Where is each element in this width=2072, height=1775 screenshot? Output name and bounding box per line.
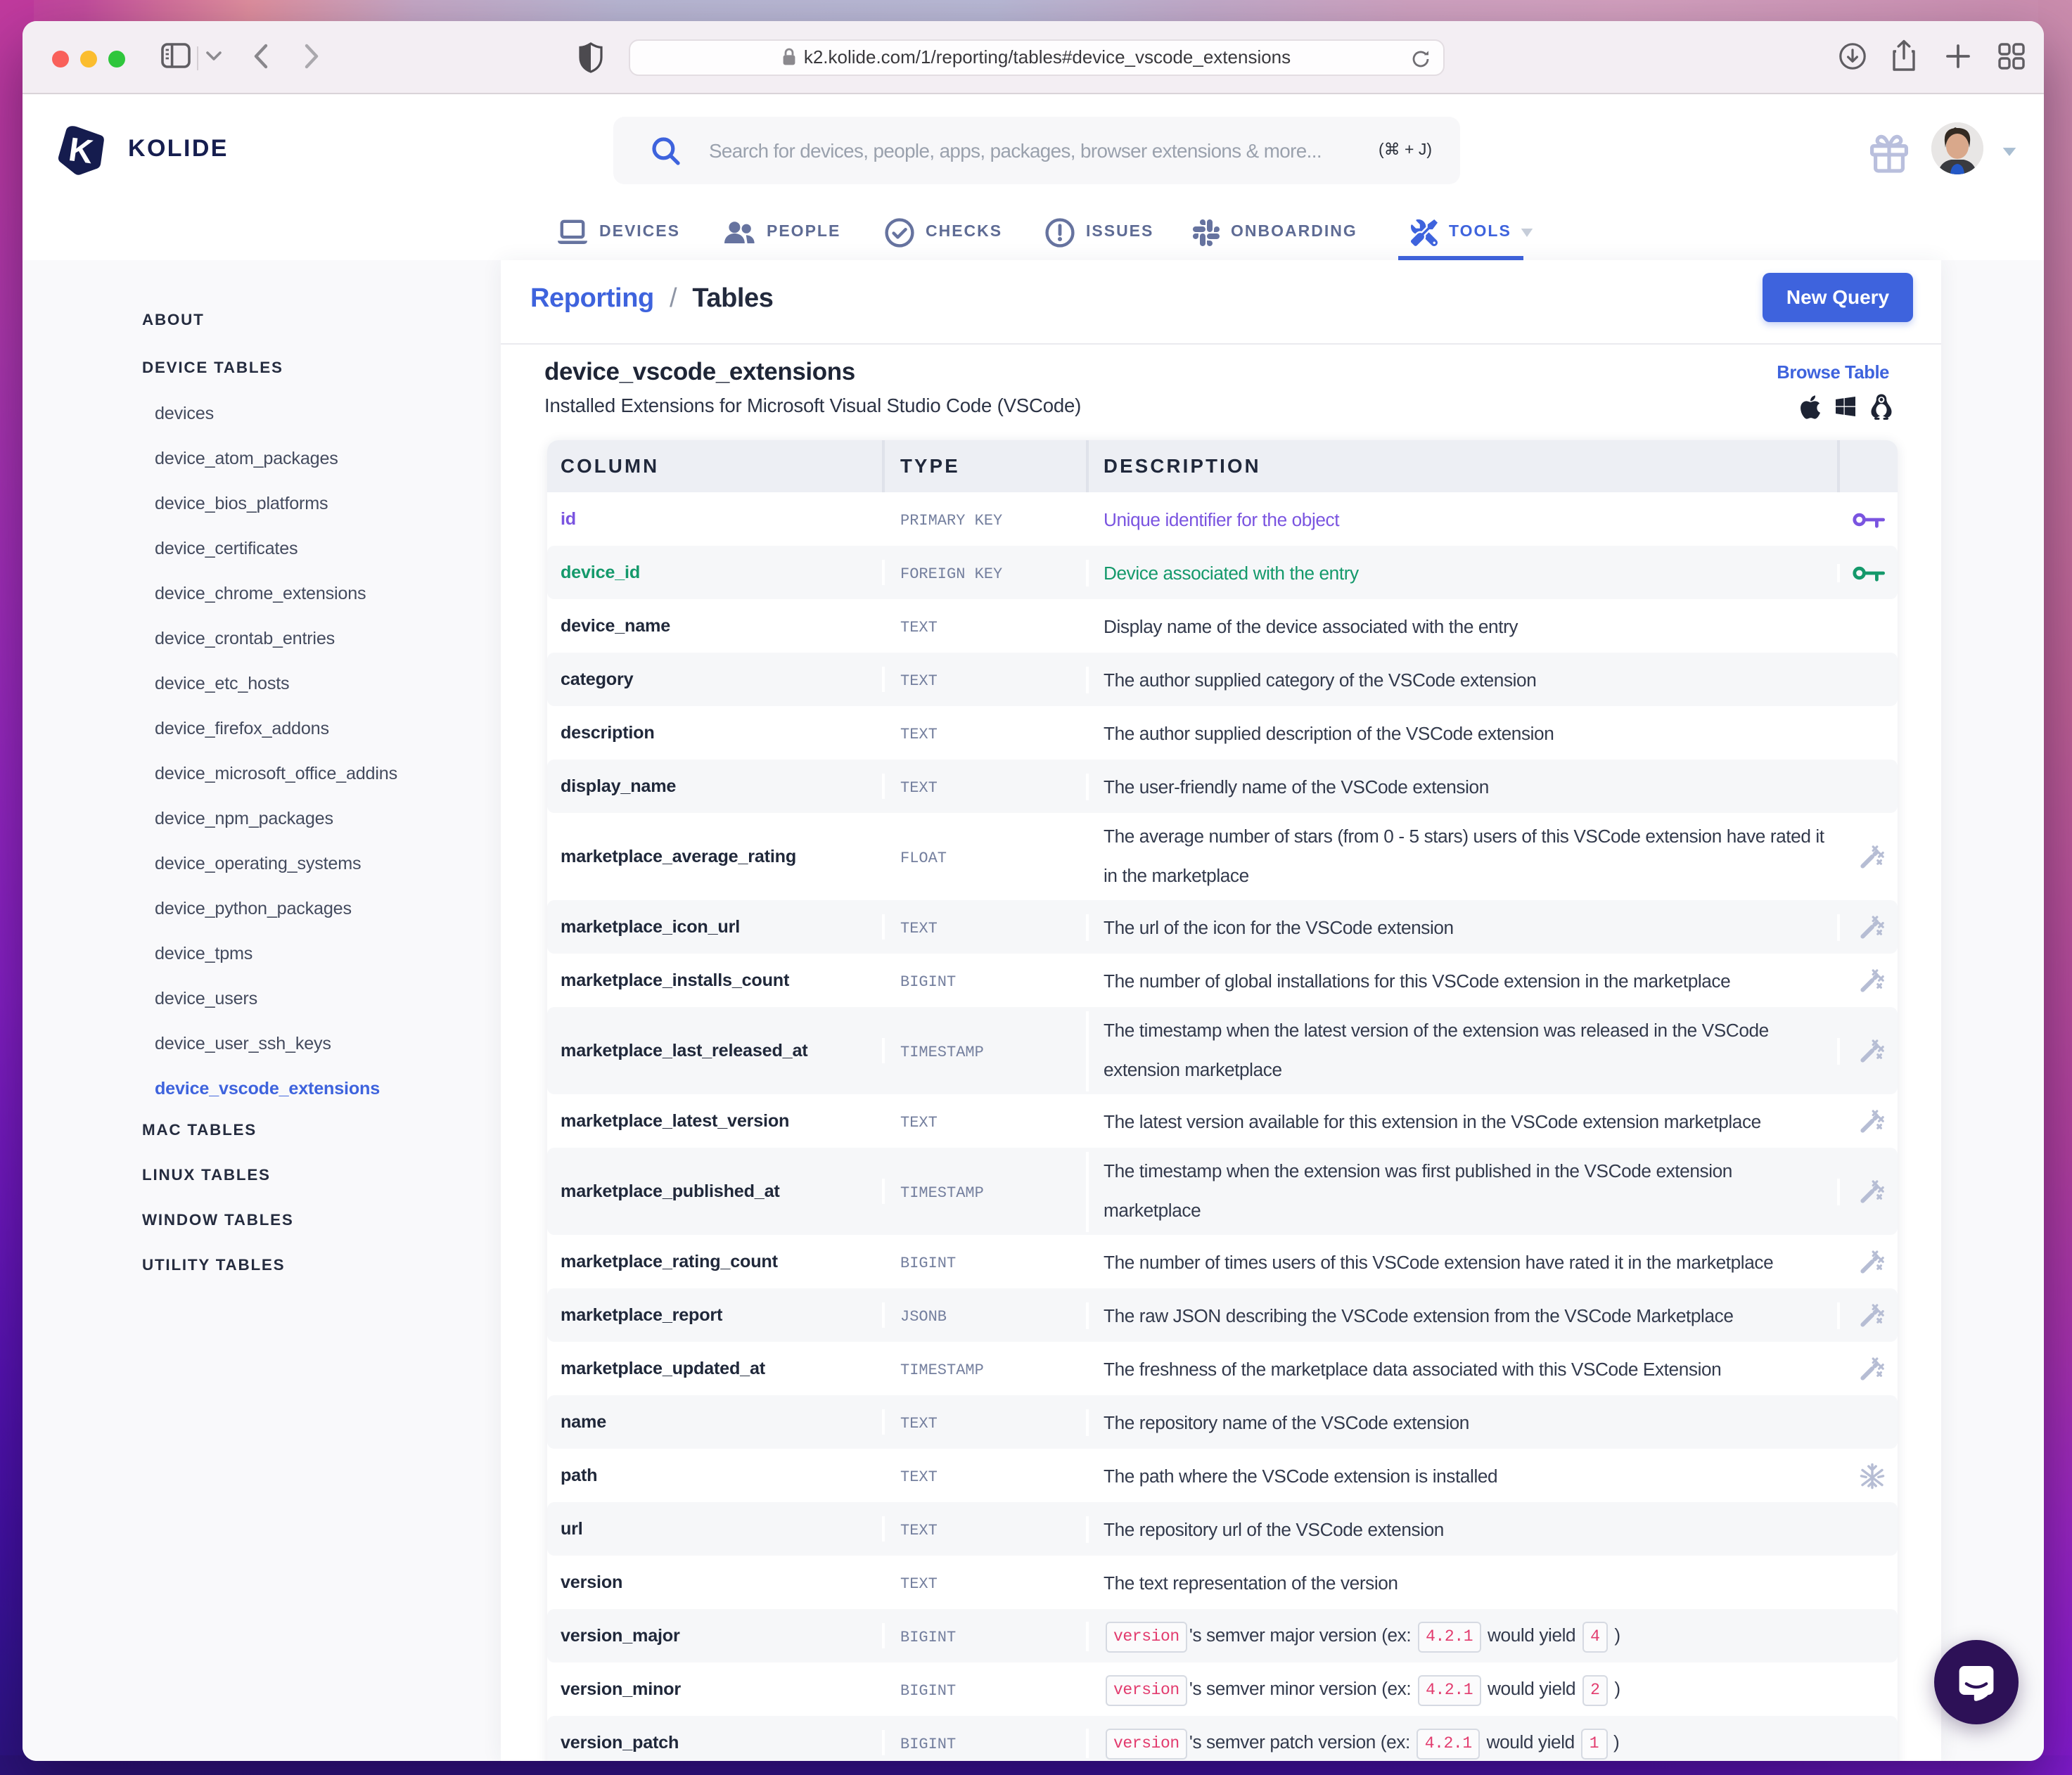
svg-text:K: K — [66, 131, 95, 171]
